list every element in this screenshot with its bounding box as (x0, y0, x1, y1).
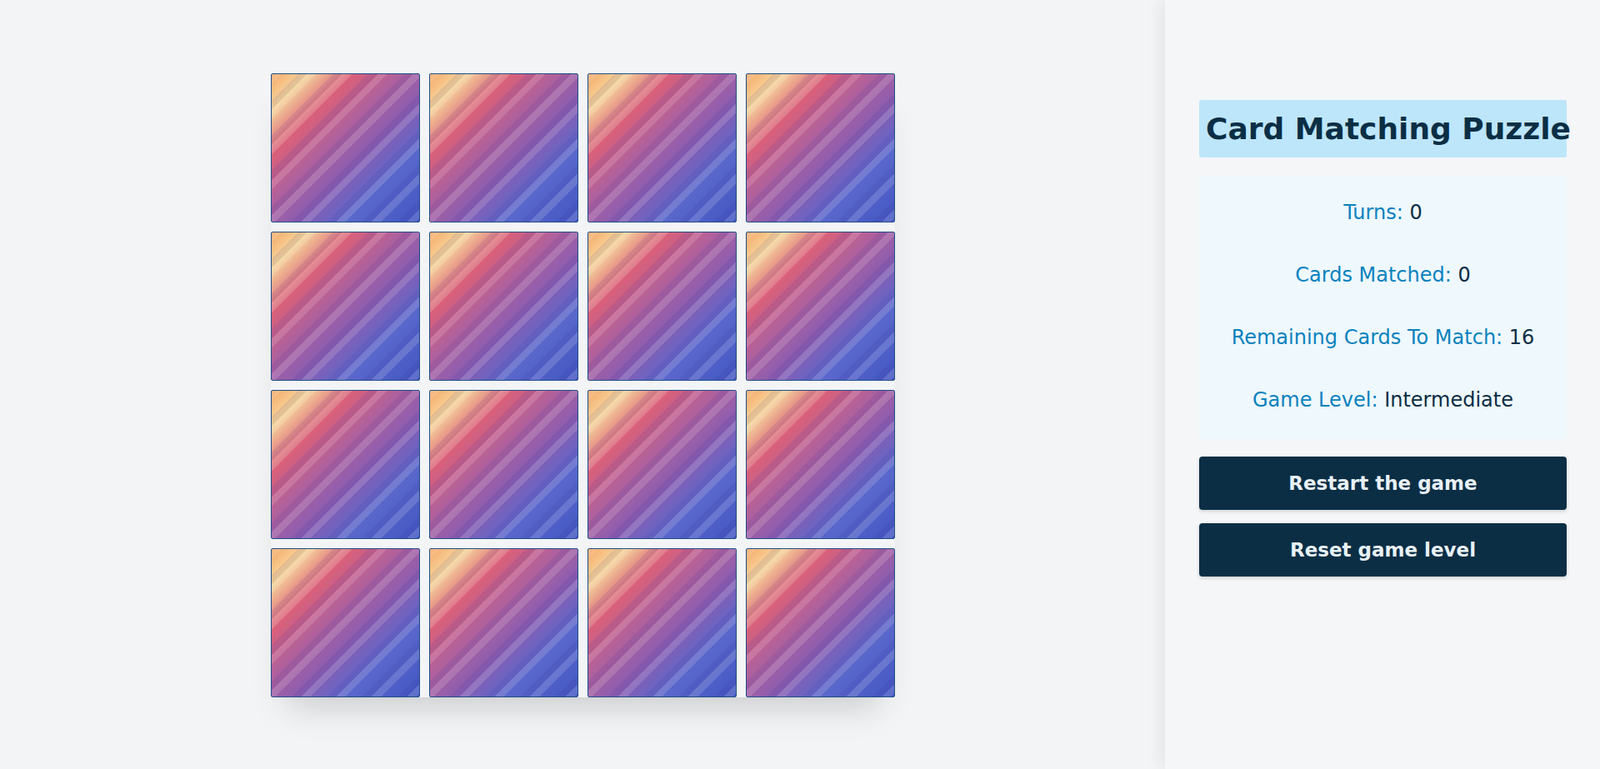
stat-value: Intermediate (1384, 388, 1514, 412)
card[interactable] (587, 548, 737, 698)
card[interactable] (587, 390, 737, 540)
card[interactable] (270, 231, 420, 381)
game-board (0, 0, 1165, 769)
stat-row: Cards Matched: 0 (1207, 263, 1559, 288)
stat-value: 16 (1509, 325, 1535, 350)
game-title: Card Matching Puzzle (1199, 100, 1567, 158)
card[interactable] (745, 231, 895, 381)
side-panel: Card Matching Puzzle Turns: 0 Cards Matche… (1165, 0, 1600, 769)
restart-button[interactable]: Restart the game (1199, 456, 1567, 510)
card[interactable] (745, 73, 895, 223)
card[interactable] (270, 73, 420, 223)
stats-panel: Turns: 0 Cards Matched: 0 Remaining Cards … (1199, 175, 1567, 440)
card-grid (270, 73, 895, 698)
card[interactable] (429, 231, 579, 381)
game-page: Card Matching Puzzle Turns: 0 Cards Matche… (0, 0, 1600, 769)
stat-value: 0 (1457, 263, 1470, 287)
card[interactable] (270, 390, 420, 540)
card[interactable] (429, 390, 579, 540)
card[interactable] (429, 548, 579, 698)
reset-level-button[interactable]: Reset game level (1199, 523, 1567, 577)
card[interactable] (270, 548, 420, 698)
card[interactable] (587, 231, 737, 381)
card[interactable] (587, 73, 737, 223)
stat-row: Game Level: Intermediate (1207, 388, 1559, 413)
stat-value: 0 (1409, 200, 1422, 225)
stat-row: Turns: 0 (1207, 200, 1559, 225)
stat-row: Remaining Cards To Match: 16 (1207, 325, 1559, 350)
card[interactable] (745, 548, 895, 698)
card[interactable] (429, 73, 579, 223)
card[interactable] (745, 390, 895, 540)
